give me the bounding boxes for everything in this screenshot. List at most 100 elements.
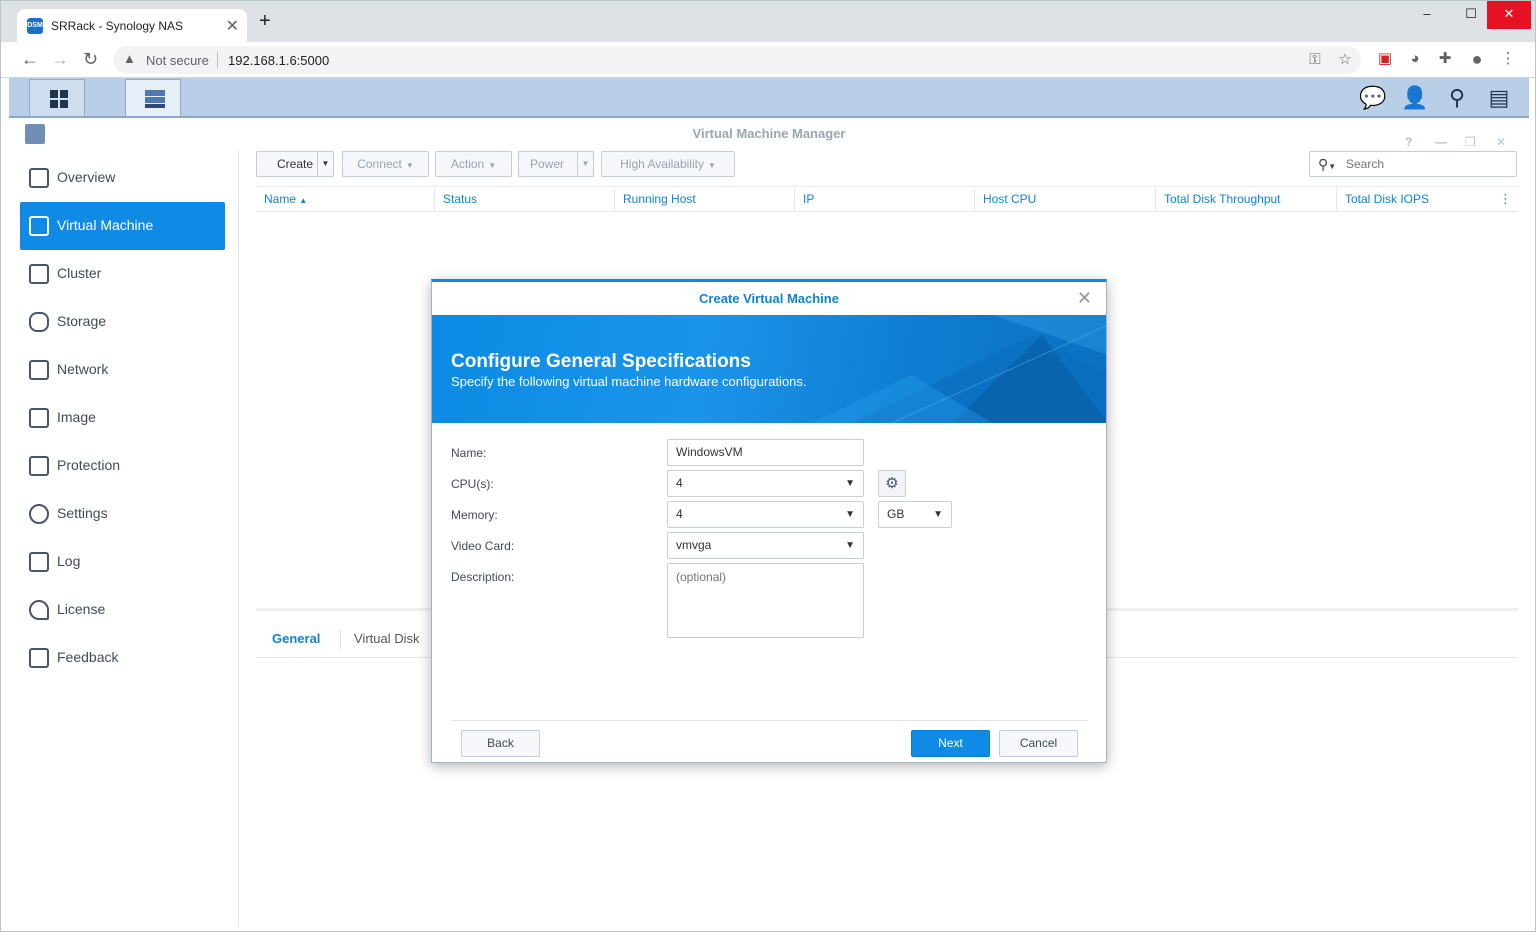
- column-label: Running Host: [623, 192, 696, 206]
- sidebar-item-overview[interactable]: Overview: [20, 154, 225, 202]
- app-titlebar: Virtual Machine Manager ? — ❐ ✕: [9, 118, 1529, 150]
- description-field[interactable]: [667, 563, 864, 638]
- browser-tab[interactable]: DSM SRRack - Synology NAS ✕: [17, 9, 247, 42]
- column-label: Host CPU: [983, 192, 1037, 206]
- storage-icon: [29, 312, 49, 332]
- sidebar-item-protection[interactable]: Protection: [20, 442, 225, 490]
- tab-virtual-disk[interactable]: Virtual Disk: [354, 631, 420, 646]
- power-button[interactable]: Power ▼: [518, 151, 594, 177]
- sidebar-item-label: Settings: [57, 505, 108, 521]
- memory-unit-select[interactable]: GB ▼: [878, 501, 952, 528]
- search-icon[interactable]: ⚲: [1443, 85, 1471, 111]
- main-menu-button[interactable]: [29, 79, 85, 117]
- sidebar-item-label: Overview: [57, 169, 116, 185]
- mail-icon: [29, 648, 49, 668]
- sidebar-item-feedback[interactable]: Feedback: [20, 634, 225, 682]
- cluster-icon: [29, 264, 49, 284]
- create-button[interactable]: Create ▼: [256, 151, 334, 177]
- chevron-down-icon: ▼: [845, 540, 855, 551]
- sidebar-item-label: Network: [57, 361, 109, 377]
- power-dropdown-icon[interactable]: ▼: [577, 152, 593, 176]
- close-tab-icon[interactable]: ✕: [226, 16, 239, 36]
- column-menu-icon[interactable]: ⋮: [1499, 187, 1512, 211]
- column-ip[interactable]: IP: [795, 187, 975, 212]
- star-icon[interactable]: ☆: [1335, 51, 1355, 69]
- chevron-down-icon: ▼: [405, 161, 414, 170]
- log-icon: [29, 552, 49, 572]
- key-icon[interactable]: ⚿: [1305, 51, 1325, 69]
- extension-circle-icon[interactable]: ◕: [1405, 50, 1425, 68]
- column-label: Total Disk IOPS: [1345, 192, 1430, 206]
- high-availability-button[interactable]: High Availability ▼: [601, 151, 735, 177]
- name-field[interactable]: WindowsVM: [667, 439, 864, 466]
- next-button[interactable]: Next: [911, 730, 990, 757]
- forward-arrow-icon[interactable]: →: [51, 49, 69, 69]
- vmm-app-button[interactable]: [125, 79, 181, 117]
- column-total-disk-iops[interactable]: Total Disk IOPS: [1337, 187, 1500, 212]
- cpu-settings-button[interactable]: ⚙: [878, 470, 906, 497]
- tab-strip: DSM SRRack - Synology NAS ✕ + – ☐ ✕: [1, 1, 1535, 42]
- connect-button[interactable]: Connect ▼: [342, 151, 429, 177]
- dialog-footer-divider: [451, 720, 1088, 721]
- window-close-icon[interactable]: ✕: [1487, 1, 1531, 29]
- back-arrow-icon[interactable]: ←: [21, 49, 39, 69]
- widgets-icon[interactable]: ▤: [1485, 85, 1513, 111]
- column-label: Total Disk Throughput: [1164, 192, 1281, 206]
- network-icon: [29, 360, 49, 380]
- sidebar-item-virtual-machine[interactable]: Virtual Machine: [20, 202, 225, 250]
- key-icon: [29, 600, 49, 620]
- grid-menu-icon: [50, 90, 68, 108]
- cpu-label: CPU(s):: [451, 477, 494, 491]
- sidebar-item-cluster[interactable]: Cluster: [20, 250, 225, 298]
- tab-general[interactable]: General: [272, 631, 320, 646]
- new-tab-icon[interactable]: +: [259, 11, 271, 31]
- create-vm-dialog: Create Virtual Machine ✕ Configure Gener…: [431, 279, 1107, 763]
- vm-grid-header: Name ▲ Status Running Host IP Host CPU T…: [256, 186, 1518, 212]
- create-dropdown-icon[interactable]: ▼: [317, 152, 333, 176]
- search-box[interactable]: ⚲▼: [1309, 151, 1517, 177]
- chat-icon[interactable]: 💬: [1359, 85, 1387, 111]
- sidebar-item-network[interactable]: Network: [20, 346, 225, 394]
- video-card-value: vmvga: [676, 538, 712, 552]
- sidebar-item-image[interactable]: Image: [20, 394, 225, 442]
- protection-icon: [29, 456, 49, 476]
- minimize-icon[interactable]: –: [1405, 1, 1449, 29]
- sidebar-item-label: Image: [57, 409, 96, 425]
- column-host-cpu[interactable]: Host CPU: [975, 187, 1156, 212]
- column-name[interactable]: Name ▲: [256, 187, 435, 212]
- cpu-select[interactable]: 4 ▼: [667, 470, 864, 497]
- column-running-host[interactable]: Running Host: [615, 187, 795, 212]
- dsm-taskbar: 💬 👤 ⚲ ▤: [9, 78, 1529, 118]
- sidebar-item-settings[interactable]: Settings: [20, 490, 225, 538]
- sidebar-item-label: Cluster: [57, 265, 102, 281]
- warning-icon: ▲: [123, 51, 136, 66]
- profile-icon[interactable]: ●: [1467, 50, 1487, 68]
- dialog-banner: Configure General Specifications Specify…: [432, 315, 1106, 423]
- sidebar-item-label: Feedback: [57, 649, 119, 665]
- user-icon[interactable]: 👤: [1401, 85, 1429, 111]
- back-button[interactable]: Back: [461, 730, 540, 757]
- chevron-down-icon: ▼: [845, 509, 855, 520]
- search-input[interactable]: [1346, 156, 1506, 172]
- cancel-button[interactable]: Cancel: [999, 730, 1078, 757]
- pdf-extension-icon[interactable]: ▣: [1375, 50, 1395, 68]
- power-label: Power: [529, 157, 564, 171]
- tab-title: SRRack - Synology NAS: [51, 19, 184, 33]
- omnibox[interactable]: ▲ Not secure 192.168.1.6:5000 ⚿ ☆: [113, 46, 1361, 74]
- close-icon[interactable]: ✕: [1077, 288, 1092, 308]
- vmm-app-icon: [145, 90, 165, 108]
- action-button[interactable]: Action ▼: [435, 151, 512, 177]
- video-card-select[interactable]: vmvga ▼: [667, 532, 864, 559]
- column-status[interactable]: Status: [435, 187, 615, 212]
- sidebar-item-log[interactable]: Log: [20, 538, 225, 586]
- url-text[interactable]: 192.168.1.6:5000: [228, 53, 329, 68]
- menu-dots-icon[interactable]: ⋮: [1498, 50, 1518, 68]
- sidebar-item-label: License: [57, 601, 106, 617]
- puzzle-icon[interactable]: ✚: [1435, 50, 1455, 68]
- memory-select[interactable]: 4 ▼: [667, 501, 864, 528]
- reload-icon[interactable]: ↻: [83, 49, 98, 69]
- dialog-heading: Configure General Specifications: [451, 351, 751, 372]
- column-total-disk-throughput[interactable]: Total Disk Throughput: [1156, 187, 1337, 212]
- sidebar-item-storage[interactable]: Storage: [20, 298, 225, 346]
- sidebar-item-license[interactable]: License: [20, 586, 225, 634]
